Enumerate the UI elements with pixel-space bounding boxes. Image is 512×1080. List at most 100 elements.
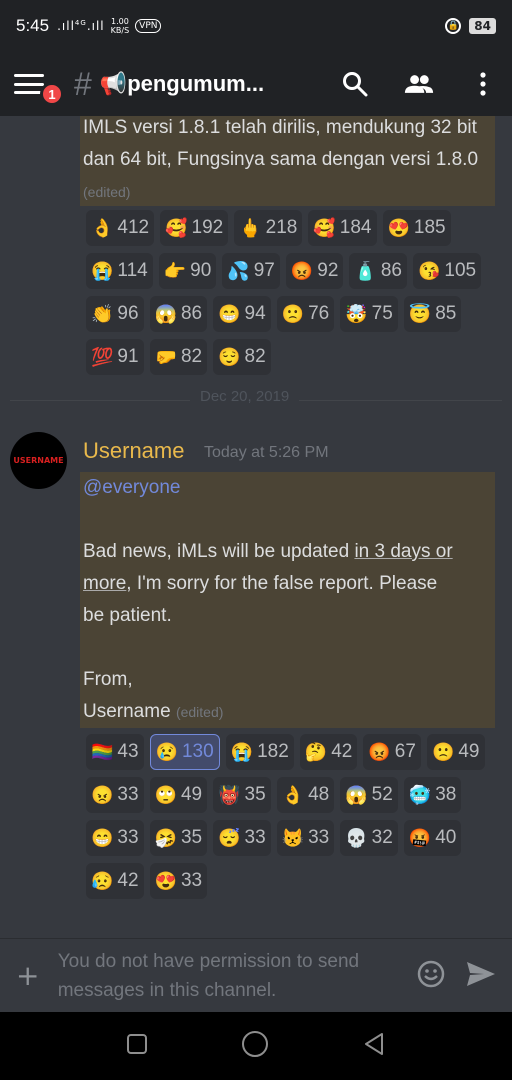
reaction-button[interactable]: 🧴 86: [349, 253, 407, 289]
reaction-button[interactable]: 😱 52: [340, 777, 398, 813]
reaction-button[interactable]: 😡 92: [285, 253, 344, 289]
reaction-button[interactable]: 😡 67: [363, 734, 421, 770]
recent-apps-icon[interactable]: [126, 1033, 148, 1059]
reaction-count: 85: [435, 303, 457, 324]
reaction-count: 96: [117, 303, 139, 324]
status-bar: 5:45 .ıll4G.ıll 1.00 KB/S VPN 🔒 84: [0, 0, 512, 52]
reaction-count: 76: [308, 303, 330, 324]
reaction-button[interactable]: 💀 32: [340, 820, 398, 856]
rotation-lock-icon: 🔒: [445, 18, 462, 34]
reaction-button[interactable]: 🥰 184: [308, 210, 377, 246]
reaction-emoji-icon: 💀: [345, 828, 368, 848]
reaction-button[interactable]: 🥰 192: [160, 210, 229, 246]
reaction-count: 86: [380, 260, 402, 281]
reaction-button[interactable]: 💦 97: [222, 253, 280, 289]
reaction-button[interactable]: 🙄 49: [149, 777, 208, 813]
reaction-button[interactable]: 🖕 218: [234, 210, 303, 246]
everyone-mention[interactable]: @everyone: [83, 477, 180, 498]
reaction-button[interactable]: 😁 94: [213, 296, 271, 332]
edited-label: (edited): [83, 184, 131, 200]
reaction-button[interactable]: 😭 182: [225, 734, 294, 770]
reaction-emoji-icon: 😍: [154, 871, 177, 891]
reaction-button[interactable]: 👏 96: [86, 296, 144, 332]
reaction-button[interactable]: 😁 33: [86, 820, 144, 856]
reaction-count: 43: [117, 741, 139, 762]
reaction-button[interactable]: 😱 86: [149, 296, 208, 332]
search-icon[interactable]: [340, 69, 370, 99]
reaction-button[interactable]: 👌 48: [276, 777, 335, 813]
reaction-emoji-icon: 🤯: [345, 304, 368, 324]
reaction-button[interactable]: 😍 33: [149, 863, 208, 899]
emoji-picker-icon[interactable]: [416, 959, 446, 993]
reaction-button[interactable]: 🤛 82: [149, 339, 208, 375]
reaction-count: 35: [180, 827, 203, 848]
reaction-emoji-icon: 😥: [91, 871, 114, 891]
reaction-button[interactable]: 😌 82: [213, 339, 271, 375]
message-list[interactable]: IMLS versi 1.8.1 telah dirilis, mendukun…: [0, 116, 512, 938]
reaction-count: 105: [444, 260, 477, 281]
message-author[interactable]: Username: [83, 438, 184, 464]
notification-badge: 1: [40, 82, 64, 106]
home-icon[interactable]: [241, 1030, 269, 1062]
reaction-emoji-icon: 🤔: [304, 742, 328, 762]
reaction-button[interactable]: 😴 33: [213, 820, 271, 856]
reaction-button[interactable]: 👌 412: [86, 210, 155, 246]
reaction-count: 412: [117, 217, 150, 238]
reaction-count: 40: [435, 827, 457, 848]
reaction-emoji-icon: 🥰: [313, 218, 336, 238]
reaction-emoji-icon: 👌: [91, 218, 114, 238]
members-icon[interactable]: [404, 69, 434, 99]
reaction-count: 82: [180, 346, 203, 367]
reaction-count: 33: [117, 784, 139, 805]
reaction-button[interactable]: 👹 35: [213, 777, 271, 813]
reaction-button[interactable]: 😍 185: [382, 210, 451, 246]
reaction-count: 94: [244, 303, 266, 324]
reaction-emoji-icon: 💯: [91, 347, 114, 367]
reaction-button[interactable]: 😥 42: [86, 863, 144, 899]
reaction-button[interactable]: 🙁 49: [426, 734, 485, 770]
reaction-button[interactable]: 🏳️‍🌈 43: [86, 734, 144, 770]
reaction-button[interactable]: 👉 90: [158, 253, 217, 289]
message-input[interactable]: You do not have permission to send messa…: [58, 947, 404, 1005]
message-body: @everyone Bad news, iMLs will be updated…: [83, 477, 453, 722]
system-navigation-bar: [0, 1012, 512, 1080]
message-input-bar: + You do not have permission to send mes…: [0, 938, 512, 1012]
reaction-button[interactable]: 😢 130: [149, 734, 220, 770]
back-icon[interactable]: [362, 1032, 386, 1060]
add-attachment-icon[interactable]: +: [16, 959, 44, 992]
status-time: 5:45: [16, 16, 50, 35]
reaction-button[interactable]: 💯 91: [86, 339, 144, 375]
avatar[interactable]: USERNAME: [10, 432, 67, 489]
reaction-button[interactable]: 🙁 76: [276, 296, 335, 332]
reaction-button[interactable]: 😘 105: [412, 253, 482, 289]
reaction-button[interactable]: 😾 33: [276, 820, 335, 856]
reaction-button[interactable]: 🤬 40: [403, 820, 462, 856]
reaction-button[interactable]: 🤧 35: [149, 820, 208, 856]
reaction-count: 33: [308, 827, 330, 848]
reaction-emoji-icon: 🤬: [408, 828, 432, 848]
reaction-emoji-icon: 🙄: [154, 785, 177, 805]
message-link[interactable]: more: [83, 573, 126, 594]
reaction-count: 75: [371, 303, 393, 324]
reaction-emoji-icon: 👏: [91, 304, 114, 324]
reaction-button[interactable]: 🤔 42: [299, 734, 358, 770]
reaction-emoji-icon: 😭: [91, 261, 114, 281]
reaction-emoji-icon: 😢: [155, 742, 178, 762]
send-icon[interactable]: [466, 961, 496, 991]
more-options-icon[interactable]: [468, 69, 498, 99]
channel-title[interactable]: 📢pengumum...: [100, 71, 264, 97]
message-timestamp: Today at 5:26 PM: [204, 444, 329, 461]
network-speed: 1.00 KB/S: [110, 17, 130, 35]
reaction-emoji-icon: 💦: [227, 261, 250, 281]
reaction-count: 49: [458, 741, 480, 762]
reaction-button[interactable]: 😠 33: [86, 777, 144, 813]
reaction-count: 192: [191, 217, 224, 238]
reaction-count: 33: [117, 827, 139, 848]
reaction-button[interactable]: 🥶 38: [403, 777, 462, 813]
channel-hash-icon: #: [74, 65, 92, 102]
reaction-button[interactable]: 😭 114: [86, 253, 153, 289]
reaction-button[interactable]: 😇 85: [403, 296, 462, 332]
reaction-count: 86: [180, 303, 203, 324]
reaction-button[interactable]: 🤯 75: [340, 296, 398, 332]
message-link[interactable]: in 3 days or: [354, 541, 452, 562]
